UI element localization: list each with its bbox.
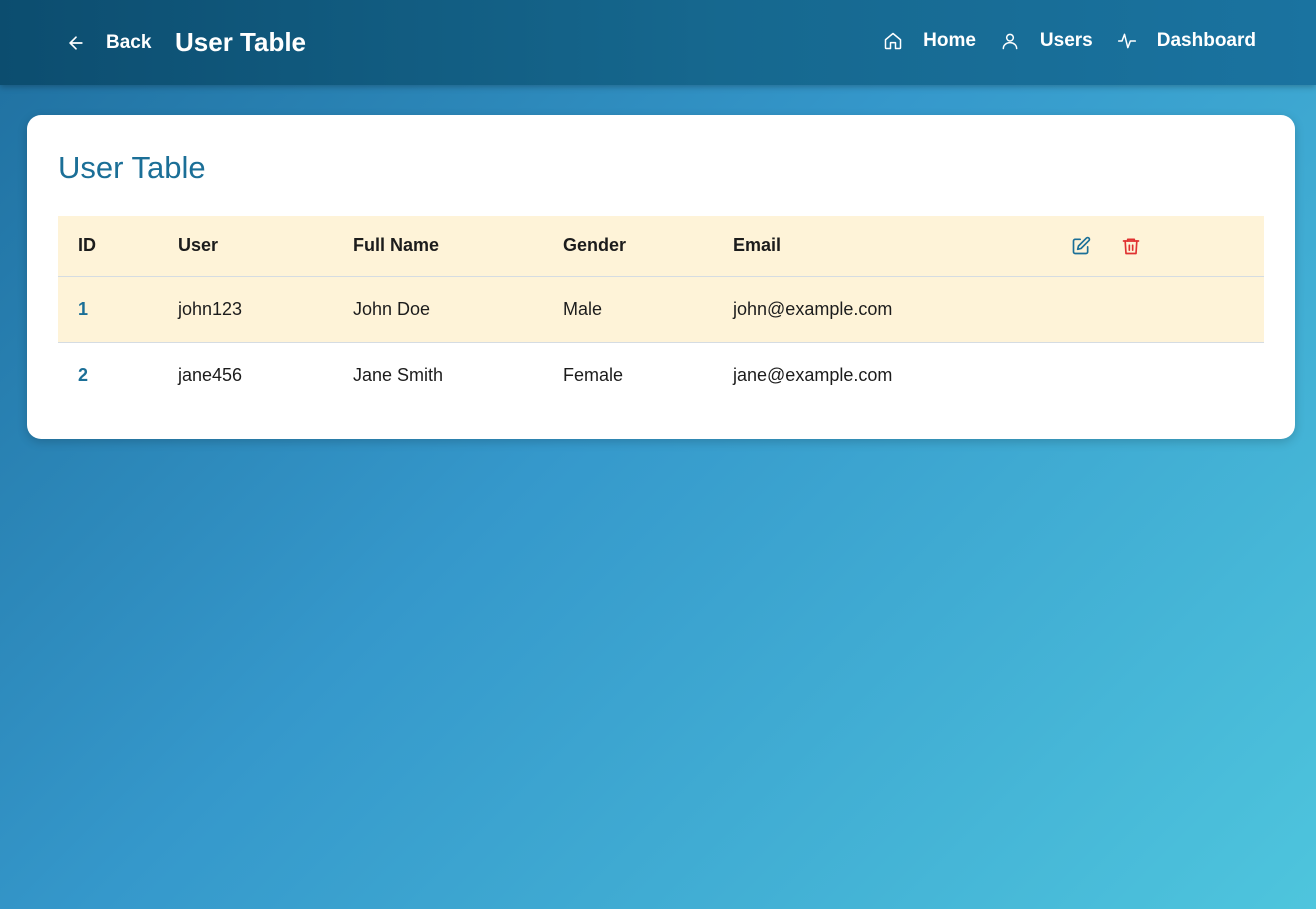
- nav-home[interactable]: Home: [883, 30, 976, 52]
- main-nav: Home Users Dashboard: [883, 30, 1256, 52]
- nav-dashboard[interactable]: Dashboard: [1117, 30, 1256, 52]
- edit-icon[interactable]: [1071, 236, 1091, 256]
- user-table-card: User Table ID User Full Name Gender Emai…: [27, 115, 1295, 439]
- user-icon: [1002, 33, 1018, 50]
- back-button[interactable]: Back: [66, 30, 151, 56]
- column-header-email: Email: [733, 216, 1071, 277]
- activity-icon: [1117, 33, 1136, 49]
- nav-users[interactable]: Users: [1000, 30, 1093, 52]
- column-header-full-name: Full Name: [353, 216, 563, 277]
- cell-email: jane@example.com: [733, 364, 893, 385]
- column-header-gender: Gender: [563, 216, 733, 277]
- column-header-actions: [1071, 216, 1264, 277]
- table-row[interactable]: 1 john123 John Doe Male john@example.com: [58, 276, 1264, 343]
- card-title: User Table: [58, 150, 206, 185]
- back-label: Back: [106, 32, 152, 53]
- top-navbar: Back User Table Home Users Dashboard: [0, 0, 1316, 85]
- nav-dashboard-label: Dashboard: [1156, 30, 1256, 51]
- cell-actions: [1071, 276, 1264, 343]
- cell-id: 2: [78, 364, 89, 385]
- table-row[interactable]: 2 jane456 Jane Smith Female jane@example…: [58, 342, 1264, 408]
- nav-users-label: Users: [1039, 30, 1093, 51]
- column-header-id: ID: [58, 216, 178, 277]
- cell-full-name: John Doe: [353, 276, 563, 343]
- column-header-user: User: [178, 216, 353, 277]
- arrow-left-icon: [69, 36, 83, 50]
- nav-home-label: Home: [923, 30, 976, 51]
- delete-icon[interactable]: [1121, 236, 1141, 256]
- cell-id: 1: [58, 276, 178, 343]
- home-icon: [884, 32, 902, 50]
- cell-user: john123: [178, 276, 353, 343]
- cell-gender: Male: [563, 276, 733, 343]
- cell-user: jane456: [178, 364, 243, 385]
- cell-actions: [1071, 342, 1264, 408]
- app-title: User Table: [175, 27, 307, 57]
- user-table: ID User Full Name Gender Email 1 john123…: [58, 216, 1264, 408]
- cell-gender: Female: [563, 364, 624, 385]
- cell-full-name: Jane Smith: [353, 364, 444, 385]
- table-header-row: ID User Full Name Gender Email: [58, 216, 1264, 277]
- cell-email: john@example.com: [733, 276, 1071, 343]
